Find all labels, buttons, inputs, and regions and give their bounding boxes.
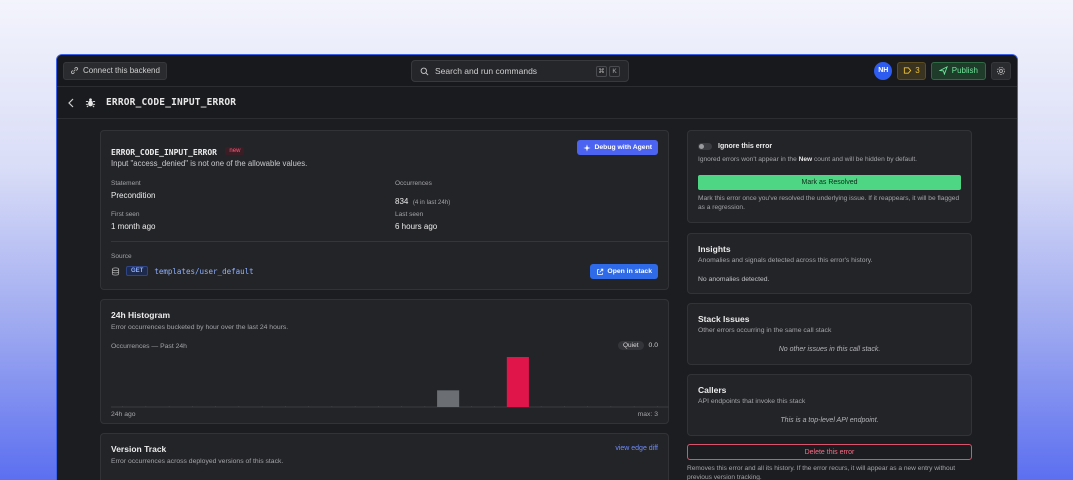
ignore-error-card: Ignore this error Ignored errors won't a… bbox=[687, 130, 972, 223]
open-in-stack-button[interactable]: Open in stack bbox=[590, 264, 658, 279]
stack-issues-title: Stack Issues bbox=[698, 314, 750, 324]
delete-error-button[interactable]: Delete this error bbox=[687, 444, 972, 460]
publish-button[interactable]: Publish bbox=[930, 61, 986, 80]
ignore-desc-after: count and will be hidden by default. bbox=[812, 156, 917, 163]
search-input[interactable]: Search and run commands ⌘ K bbox=[411, 60, 629, 82]
last-seen-label: Last seen bbox=[395, 211, 424, 218]
occurrences-value: 834 bbox=[395, 197, 409, 206]
back-chevron-icon[interactable] bbox=[67, 98, 75, 108]
connect-backend-button[interactable]: Connect this backend bbox=[63, 61, 167, 80]
details-divider bbox=[111, 241, 668, 242]
gear-icon bbox=[997, 66, 1005, 75]
http-method-badge: GET bbox=[126, 266, 149, 276]
histogram-card: 24h Histogram Error occurrences bucketed… bbox=[100, 299, 669, 424]
notifications-button[interactable]: 3 bbox=[897, 61, 926, 80]
k-key: K bbox=[609, 65, 620, 77]
source-path-link[interactable]: templates/user_default bbox=[154, 267, 253, 276]
version-track-description: Error occurrences across deployed versio… bbox=[111, 458, 284, 465]
send-icon bbox=[938, 66, 948, 75]
stack-issues-description: Other errors occurring in the same call … bbox=[698, 327, 832, 334]
histogram-max-label: max: 3 bbox=[637, 411, 658, 418]
page-header: ERROR_CODE_INPUT_ERROR bbox=[57, 87, 1017, 119]
version-track-card: Version Track Error occurrences across d… bbox=[100, 433, 669, 480]
stack-issues-card: Stack Issues Other errors occurring in t… bbox=[687, 303, 972, 365]
stack-issues-empty: No other issues in this call stack. bbox=[778, 346, 881, 353]
error-code: ERROR_CODE_INPUT_ERROR bbox=[111, 148, 217, 157]
status-value: 0.0 bbox=[648, 342, 658, 349]
insights-card: Insights Anomalies and signals detected … bbox=[687, 233, 972, 294]
ignore-error-toggle[interactable] bbox=[698, 143, 712, 150]
delete-description: Removes this error and all its history. … bbox=[687, 465, 956, 480]
insights-empty: No anomalies detected. bbox=[698, 276, 770, 283]
open-in-stack-label: Open in stack bbox=[607, 268, 652, 275]
first-seen-label: First seen bbox=[111, 211, 140, 218]
ignore-desc-bold: New bbox=[798, 156, 813, 163]
search-icon bbox=[420, 67, 429, 75]
histogram-description: Error occurrences bucketed by hour over … bbox=[111, 324, 289, 331]
insights-title: Insights bbox=[698, 244, 731, 254]
sparkle-icon bbox=[583, 143, 592, 152]
callers-title: Callers bbox=[698, 385, 727, 395]
main-content: ERROR_CODE_INPUT_ERROR new Debug with Ag… bbox=[57, 119, 1017, 480]
source-label: Source bbox=[111, 253, 132, 260]
callers-empty: This is a top-level API endpoint. bbox=[780, 417, 879, 424]
last-seen-value: 6 hours ago bbox=[395, 222, 438, 231]
connect-backend-label: Connect this backend bbox=[83, 66, 160, 75]
histogram-occurrences-label: Occurrences — Past 24h bbox=[111, 343, 187, 350]
status-badge: Quiet bbox=[618, 341, 644, 350]
command-key: ⌘ bbox=[596, 65, 607, 77]
debug-with-agent-label: Debug with Agent bbox=[594, 144, 652, 151]
view-edge-diff-link[interactable]: view edge diff bbox=[615, 445, 658, 452]
mark-as-resolved-button[interactable]: Mark as Resolved bbox=[698, 175, 961, 190]
settings-button[interactable] bbox=[991, 61, 1011, 80]
external-link-icon bbox=[597, 268, 604, 275]
ignore-error-title: Ignore this error bbox=[718, 143, 773, 150]
database-icon bbox=[111, 266, 120, 275]
error-message: Input "access_denied" is not one of the … bbox=[111, 159, 308, 168]
occurrences-recent: (4 in last 24h) bbox=[412, 199, 451, 206]
app-window: Connect this backend Search and run comm… bbox=[56, 54, 1018, 480]
statement-value: Precondition bbox=[111, 191, 156, 200]
debug-with-agent-button[interactable]: Debug with Agent bbox=[577, 140, 658, 155]
occurrences-label: Occurrences bbox=[395, 180, 432, 187]
link-icon bbox=[70, 66, 79, 75]
histogram-bar[interactable] bbox=[506, 357, 529, 407]
callers-description: API endpoints that invoke this stack bbox=[698, 398, 806, 405]
ignore-error-description: Ignored errors won't appear in the New c… bbox=[698, 156, 917, 163]
page-title: ERROR_CODE_INPUT_ERROR bbox=[106, 97, 237, 108]
statement-label: Statement bbox=[111, 180, 141, 187]
histogram-bar[interactable] bbox=[437, 390, 460, 407]
notification-count: 3 bbox=[915, 66, 920, 75]
shortcut-hint: ⌘ K bbox=[596, 65, 620, 77]
insights-description: Anomalies and signals detected across th… bbox=[698, 257, 873, 264]
publish-label: Publish bbox=[951, 66, 978, 75]
resolve-description: Mark this error once you've resolved the… bbox=[698, 195, 960, 212]
search-placeholder: Search and run commands bbox=[435, 66, 538, 76]
error-details-card: ERROR_CODE_INPUT_ERROR new Debug with Ag… bbox=[100, 130, 669, 290]
histogram-start-label: 24h ago bbox=[111, 411, 136, 418]
version-track-title: Version Track bbox=[111, 444, 167, 454]
ignore-desc-before: Ignored errors won't appear in the bbox=[698, 156, 799, 163]
callers-card: Callers API endpoints that invoke this s… bbox=[687, 374, 972, 436]
top-bar: Connect this backend Search and run comm… bbox=[57, 55, 1017, 87]
user-avatar[interactable]: NH bbox=[874, 61, 893, 80]
first-seen-value: 1 month ago bbox=[111, 222, 156, 231]
histogram-title: 24h Histogram bbox=[111, 310, 171, 320]
tag-icon bbox=[904, 67, 912, 74]
new-tag: new bbox=[225, 146, 245, 155]
histogram-chart bbox=[111, 357, 669, 408]
bug-icon bbox=[85, 98, 96, 108]
